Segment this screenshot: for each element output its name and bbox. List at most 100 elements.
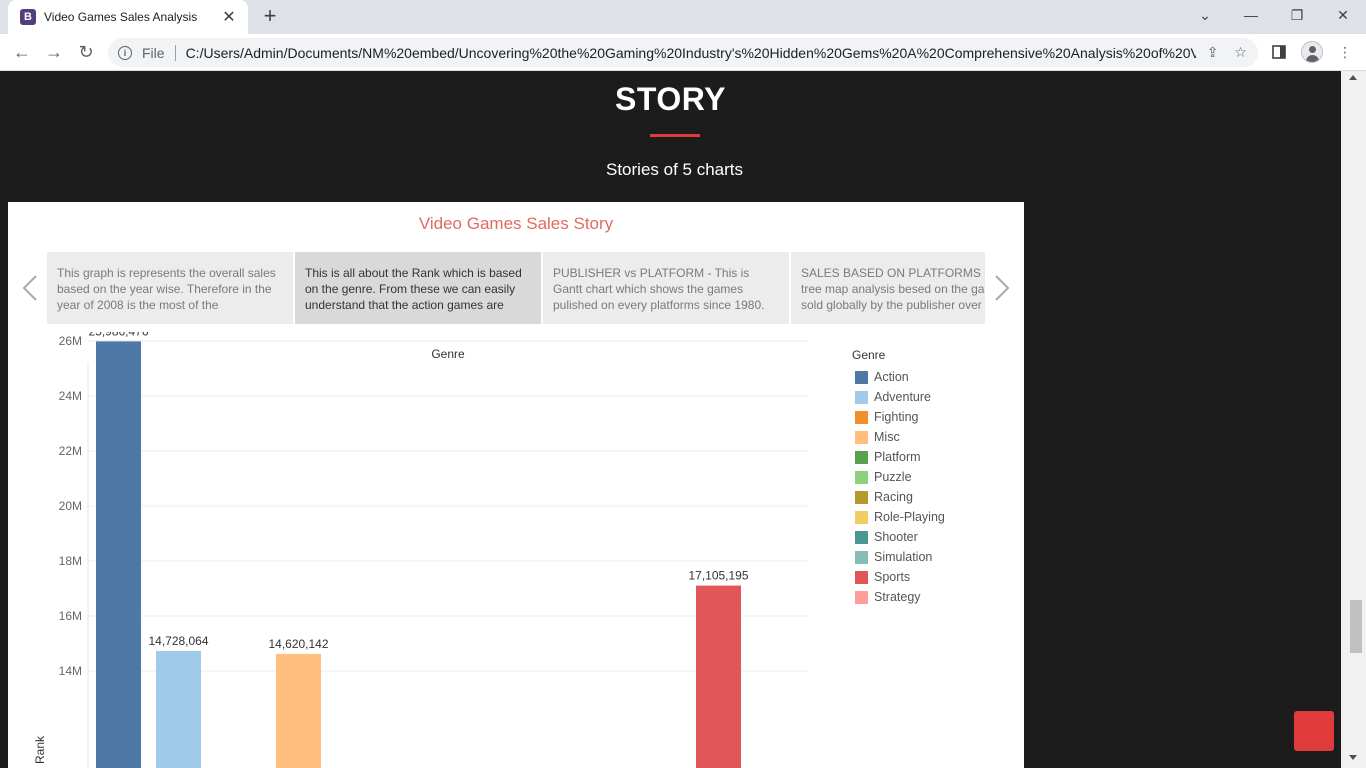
bar-misc — [276, 653, 321, 768]
y-tick-label: 14M — [59, 664, 82, 678]
story-point-text: SALES BASED ON PLATFORMS - This tree map… — [801, 266, 985, 312]
legend-item-action[interactable]: Action — [852, 367, 945, 387]
bar-sports — [696, 585, 741, 768]
y-tick-label: 20M — [59, 499, 82, 513]
tab-search-chevron-icon[interactable]: ⌄ — [1182, 0, 1228, 30]
new-tab-button[interactable]: + — [258, 4, 282, 28]
bookmark-star-icon[interactable]: ☆ — [1230, 42, 1252, 64]
legend-label: Action — [874, 370, 909, 384]
legend-item-role-playing[interactable]: Role-Playing — [852, 507, 945, 527]
legend-swatch — [855, 450, 868, 464]
legend-swatch — [855, 590, 868, 604]
bar-adventure — [156, 650, 201, 768]
legend-label: Misc — [874, 430, 900, 444]
scroll-thumb[interactable] — [1350, 600, 1362, 653]
share-icon[interactable]: ⇪ — [1202, 42, 1224, 64]
legend-swatch — [855, 510, 868, 524]
data-label-misc: 14,620,142 — [268, 637, 328, 651]
next-story-point-icon[interactable] — [988, 272, 1016, 304]
tableau-story: Video Games Sales Story This graph is re… — [8, 202, 1024, 768]
tab-title: Video Games Sales Analysis — [44, 10, 198, 24]
y-axis-label: Rank — [33, 735, 47, 764]
profile-avatar-icon[interactable] — [1300, 40, 1324, 64]
y-tick-label: 16M — [59, 609, 82, 623]
story-point-1[interactable]: This graph is represents the overall sal… — [47, 252, 293, 324]
reload-icon[interactable]: ↻ — [74, 40, 98, 64]
legend-item-sports[interactable]: Sports — [852, 567, 945, 587]
legend-label: Shooter — [874, 530, 918, 544]
legend-item-platform[interactable]: Platform — [852, 447, 945, 467]
legend-label: Role-Playing — [874, 510, 945, 524]
page-content: STORY Stories of 5 charts Video Games Sa… — [0, 71, 1341, 768]
legend-label: Puzzle — [874, 470, 912, 484]
side-panel-icon[interactable] — [1267, 40, 1291, 64]
browser-tab[interactable]: B Video Games Sales Analysis ✕ — [8, 0, 248, 34]
info-icon[interactable]: i — [118, 45, 132, 60]
forward-arrow-icon[interactable]: → — [42, 40, 66, 64]
legend-label: Platform — [874, 450, 921, 464]
y-tick-label: 18M — [59, 554, 82, 568]
legend-swatch — [855, 570, 868, 584]
story-point-text: PUBLISHER vs PLATFORM - This is Gantt ch… — [553, 266, 765, 312]
legend-item-fighting[interactable]: Fighting — [852, 407, 945, 427]
legend-swatch — [855, 470, 868, 484]
address-bar[interactable]: i File C:/Users/Admin/Documents/NM%20emb… — [108, 38, 1258, 67]
legend-swatch — [855, 370, 868, 384]
url-scheme: File — [142, 44, 165, 61]
legend-item-misc[interactable]: Misc — [852, 427, 945, 447]
previous-story-point-icon[interactable] — [16, 272, 44, 304]
legend-label: Sports — [874, 570, 911, 584]
legend-item-adventure[interactable]: Adventure — [852, 387, 945, 407]
legend-item-shooter[interactable]: Shooter — [852, 527, 945, 547]
legend-label: Racing — [874, 490, 913, 504]
legend-item-strategy[interactable]: Strategy — [852, 587, 945, 607]
page-title: STORY — [615, 81, 726, 117]
genre-rank-bar-chart: Genre 14M 16M 18M 20M 22M 24M 26M Rank 25,986,476… — [33, 332, 808, 768]
story-point-text: This graph is represents the overall sal… — [57, 266, 276, 312]
divider — [174, 44, 176, 61]
bootstrap-favicon-icon: B — [20, 9, 36, 25]
legend-title: Genre — [852, 348, 886, 362]
back-arrow-icon[interactable]: ← — [10, 40, 34, 64]
legend-swatch — [855, 410, 868, 424]
legend-swatch — [855, 390, 868, 404]
y-tick-label: 24M — [59, 389, 82, 403]
menu-kebab-icon[interactable]: ⋮ — [1333, 40, 1357, 64]
legend-item-puzzle[interactable]: Puzzle — [852, 467, 945, 487]
story-point-3[interactable]: PUBLISHER vs PLATFORM - This is Gantt ch… — [543, 252, 789, 324]
legend-swatch — [855, 490, 868, 504]
legend: Genre Action Adventure Fighting Misc Platfor… — [852, 348, 945, 607]
tab-strip: B Video Games Sales Analysis ✕ + ⌄ — ❐ ✕ — [0, 0, 1366, 34]
data-label-action: 25,986,476 — [88, 332, 148, 338]
scroll-up-arrow-icon[interactable] — [1349, 75, 1357, 80]
data-label-sports: 17,105,195 — [688, 569, 748, 583]
title-underline — [650, 134, 700, 137]
minimize-icon[interactable]: — — [1228, 0, 1274, 30]
story-point-4[interactable]: SALES BASED ON PLATFORMS - This tree map… — [791, 252, 985, 324]
chart-header-genre: Genre — [431, 347, 465, 361]
story-points: This graph is represents the overall sal… — [47, 252, 985, 324]
y-tick-label: 22M — [59, 444, 82, 458]
browser-toolbar: ← → ↻ i File C:/Users/Admin/Documents/NM… — [0, 34, 1366, 71]
scroll-down-arrow-icon[interactable] — [1349, 755, 1357, 760]
close-tab-icon[interactable]: ✕ — [220, 7, 238, 27]
story-point-text: This is all about the Rank which is base… — [305, 266, 522, 312]
data-label-adventure: 14,728,064 — [148, 634, 208, 648]
y-tick-label: 26M — [59, 334, 82, 348]
vertical-scrollbar[interactable] — [1341, 71, 1366, 768]
story-title: Video Games Sales Story — [418, 214, 614, 233]
legend-swatch — [855, 530, 868, 544]
close-window-icon[interactable]: ✕ — [1320, 0, 1366, 30]
restore-icon[interactable]: ❐ — [1274, 0, 1320, 30]
story-point-2[interactable]: This is all about the Rank which is base… — [295, 252, 541, 324]
floating-action-button[interactable] — [1294, 711, 1334, 751]
legend-item-racing[interactable]: Racing — [852, 487, 945, 507]
legend-label: Adventure — [874, 390, 931, 404]
legend-label: Simulation — [874, 550, 933, 564]
legend-item-simulation[interactable]: Simulation — [852, 547, 945, 567]
bar-action — [96, 341, 141, 768]
url-text[interactable]: C:/Users/Admin/Documents/NM%20embed/Unco… — [186, 45, 1196, 61]
legend-swatch — [855, 430, 868, 444]
legend-swatch — [855, 550, 868, 564]
legend-label: Strategy — [874, 590, 921, 604]
